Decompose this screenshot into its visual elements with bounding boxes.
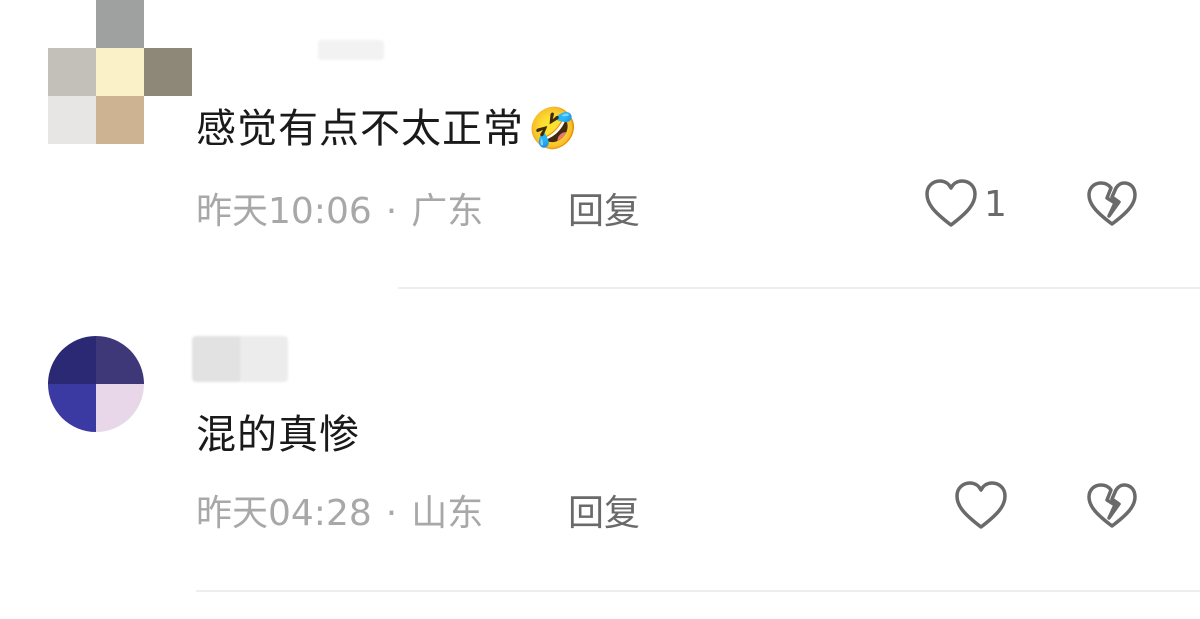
reply-button[interactable]: 回复 [568,182,640,234]
comment-location: 山东 [411,493,484,534]
comment-divider [196,590,1200,592]
reply-button[interactable]: 回复 [568,484,640,536]
username-redacted[interactable] [192,336,288,382]
comment-location: 广东 [411,191,484,232]
dislike-button[interactable] [1086,180,1138,232]
comment-text: 感觉有点不太正常 🤣 [196,106,579,152]
avatar[interactable] [48,336,144,432]
broken-heart-icon [1087,181,1137,226]
heart-icon [955,481,1007,529]
separator-dot: · [385,493,398,534]
like-button[interactable] [954,480,1008,532]
heart-icon [925,179,977,227]
like-button[interactable]: 1 [924,178,1007,230]
rolling-laughing-emoji-icon: 🤣 [528,106,579,152]
comment-item: 混的真惨 昨天04:28 · 山东 回复 [0,290,1200,619]
broken-heart-icon [1087,483,1137,528]
comment-time: 昨天10:06 [196,191,372,232]
comment-meta: 昨天10:06 · 广东 [196,182,483,234]
comment-meta: 昨天04:28 · 山东 [196,484,483,536]
like-count: 1 [984,183,1007,225]
avatar[interactable] [48,0,192,144]
comment-time: 昨天04:28 [196,493,372,534]
username-redacted[interactable] [318,40,384,60]
comment-item: 感觉有点不太正常 🤣 昨天10:06 · 广东 回复 1 [0,0,1200,290]
dislike-button[interactable] [1086,482,1138,534]
separator-dot: · [385,191,398,232]
comment-text: 混的真惨 [196,412,360,458]
comment-divider [398,287,1200,289]
